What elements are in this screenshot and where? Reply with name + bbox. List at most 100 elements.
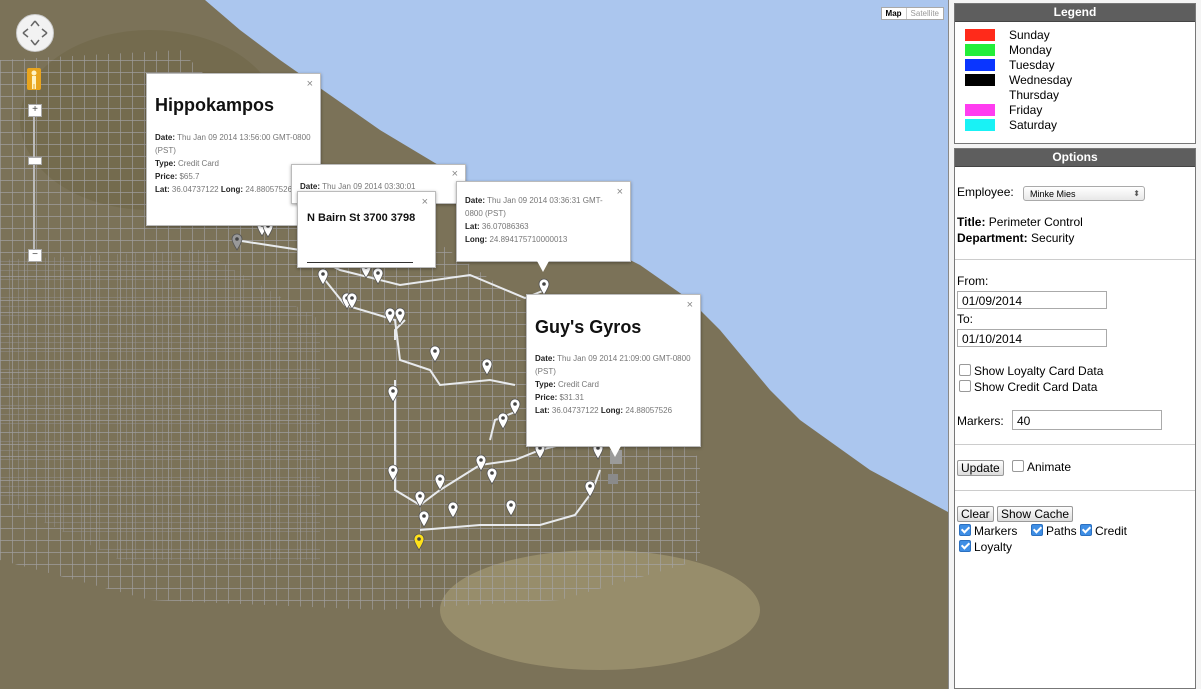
legend-item-friday: Friday [965,103,1042,117]
date-label: Date: [155,133,176,142]
map-marker-pin-icon[interactable] [387,464,399,482]
close-icon[interactable]: × [687,300,693,311]
legend-box: Legend Sunday Monday Tuesday Wednesday Thurs… [954,3,1196,144]
legend-header: Legend [955,4,1195,22]
pan-arrows-icon [22,20,48,46]
map-marker-pin-icon[interactable] [317,268,329,286]
pan-control[interactable] [16,14,54,52]
zoom-out-button[interactable]: − [28,249,42,262]
legend-item-wednesday: Wednesday [965,73,1072,87]
long-value: 24.88057526 [245,185,293,194]
from-date-input[interactable]: 01/09/2014 [957,291,1107,309]
filter-paths-toggle[interactable]: Paths [1031,524,1077,538]
date-value: Thu Jan 09 2014 13:56:00 GMT-0800 (PST) [155,133,311,155]
map-marker-pin-icon[interactable] [486,467,498,485]
clear-button[interactable]: Clear [957,506,994,522]
info-window-title: Hippokampos [155,95,275,115]
map-marker-pin-icon[interactable] [505,499,517,517]
show-cache-button[interactable]: Show Cache [997,506,1074,522]
info-window-tail [609,446,621,457]
filter-markers-checkbox[interactable] [959,524,971,536]
select-arrow-icon: ⬍ [1133,189,1140,198]
side-panel: Legend Sunday Monday Tuesday Wednesday Thurs… [948,0,1201,689]
filter-credit-checkbox[interactable] [1080,524,1092,536]
map-type-map-button[interactable]: Map [882,8,906,19]
title-label: Title: [957,215,986,229]
filter-loyalty-toggle[interactable]: Loyalty [959,540,1012,554]
type-label: Type: [535,380,556,389]
show-loyalty-label: Show Loyalty Card Data [974,364,1104,378]
info-window-title: Guy's Gyros [535,317,642,337]
map-marker-pin-icon[interactable] [387,385,399,403]
map-marker-pin-icon[interactable] [447,501,459,519]
employee-title: Title: Perimeter Control [957,215,1083,229]
employee-select[interactable]: Minke Mies ⬍ [1023,186,1145,201]
date-value: Thu Jan 09 2014 21:09:00 GMT-0800 (PST) [535,354,691,376]
filter-credit-toggle[interactable]: Credit [1080,524,1127,538]
map-marker-pin-icon[interactable] [434,473,446,491]
info-window-coordinates: × Date: Thu Jan 09 2014 03:36:31 GMT-080… [456,181,631,272]
update-button[interactable]: Update [957,460,1004,476]
legend-label: Sunday [1009,28,1050,42]
legend-item-monday: Monday [965,43,1052,57]
lat-label: Lat: [465,222,480,231]
lat-label: Lat: [155,185,170,194]
filter-paths-checkbox[interactable] [1031,524,1043,536]
filter-markers-toggle[interactable]: Markers [959,524,1017,538]
close-icon[interactable]: × [422,197,428,208]
department-value: Security [1031,231,1075,245]
show-loyalty-toggle[interactable]: Show Loyalty Card Data [959,364,1103,378]
legend-item-saturday: Saturday [965,118,1057,132]
map-view[interactable]: Map Satellite + − × Hippokampos Date: Th… [0,0,948,689]
options-header: Options [955,149,1195,167]
map-marker-pin-icon[interactable] [509,398,521,416]
filter-credit-label: Credit [1095,524,1128,538]
close-icon[interactable]: × [307,79,313,90]
to-date-input[interactable]: 01/10/2014 [957,329,1107,347]
animate-toggle[interactable]: Animate [1012,460,1071,474]
map-marker-pin-icon[interactable] [414,490,426,508]
map-marker-pin-icon[interactable] [346,292,358,310]
legend-swatch [965,74,995,86]
info-window-n-bairn-st: × N Bairn St 3700 3798 [297,191,436,268]
lat-value: 36.07086363 [481,222,529,231]
map-marker-pin-icon[interactable] [481,358,493,376]
map-marker-pin-icon[interactable] [584,480,596,498]
legend-item-sunday: Sunday [965,28,1050,42]
divider [955,444,1195,445]
show-credit-toggle[interactable]: Show Credit Card Data [959,380,1097,394]
street-view-pegman-icon[interactable] [27,68,41,90]
map-type-satellite-button[interactable]: Satellite [905,8,943,19]
map-marker-pin-icon[interactable] [394,307,406,325]
legend-item-tuesday: Tuesday [965,58,1055,72]
price-label: Price: [535,393,558,402]
map-canvas[interactable] [0,0,948,689]
animate-checkbox[interactable] [1012,460,1024,472]
close-icon[interactable]: × [617,187,623,198]
show-loyalty-checkbox[interactable] [959,364,971,376]
long-label: Long: [600,406,624,415]
show-credit-checkbox[interactable] [959,380,971,392]
legend-label: Saturday [1009,118,1058,132]
map-marker-pin-icon[interactable] [372,267,384,285]
markers-count-input[interactable]: 40 [1012,410,1162,430]
legend-item-thursday: Thursday [965,88,1059,102]
map-marker-pin-icon[interactable] [231,233,243,251]
zoom-in-button[interactable]: + [28,104,42,117]
map-marker-pin-icon[interactable] [497,412,509,430]
zoom-slider-handle[interactable] [28,157,42,165]
filter-paths-label: Paths [1046,524,1077,538]
map-marker-pin-icon[interactable] [413,533,425,551]
legend-label: Monday [1009,43,1052,57]
map-marker-pin-icon[interactable] [418,510,430,528]
date-label: Date: [300,182,321,191]
map-marker-pin-icon[interactable] [429,345,441,363]
filter-loyalty-checkbox[interactable] [959,540,971,552]
price-label: Price: [155,172,178,181]
divider [955,259,1195,260]
title-value: Perimeter Control [988,215,1083,229]
price-value: $65.7 [179,172,200,181]
long-label: Long: [220,185,244,194]
close-icon[interactable]: × [452,169,458,180]
zoom-slider-track[interactable] [33,112,35,252]
